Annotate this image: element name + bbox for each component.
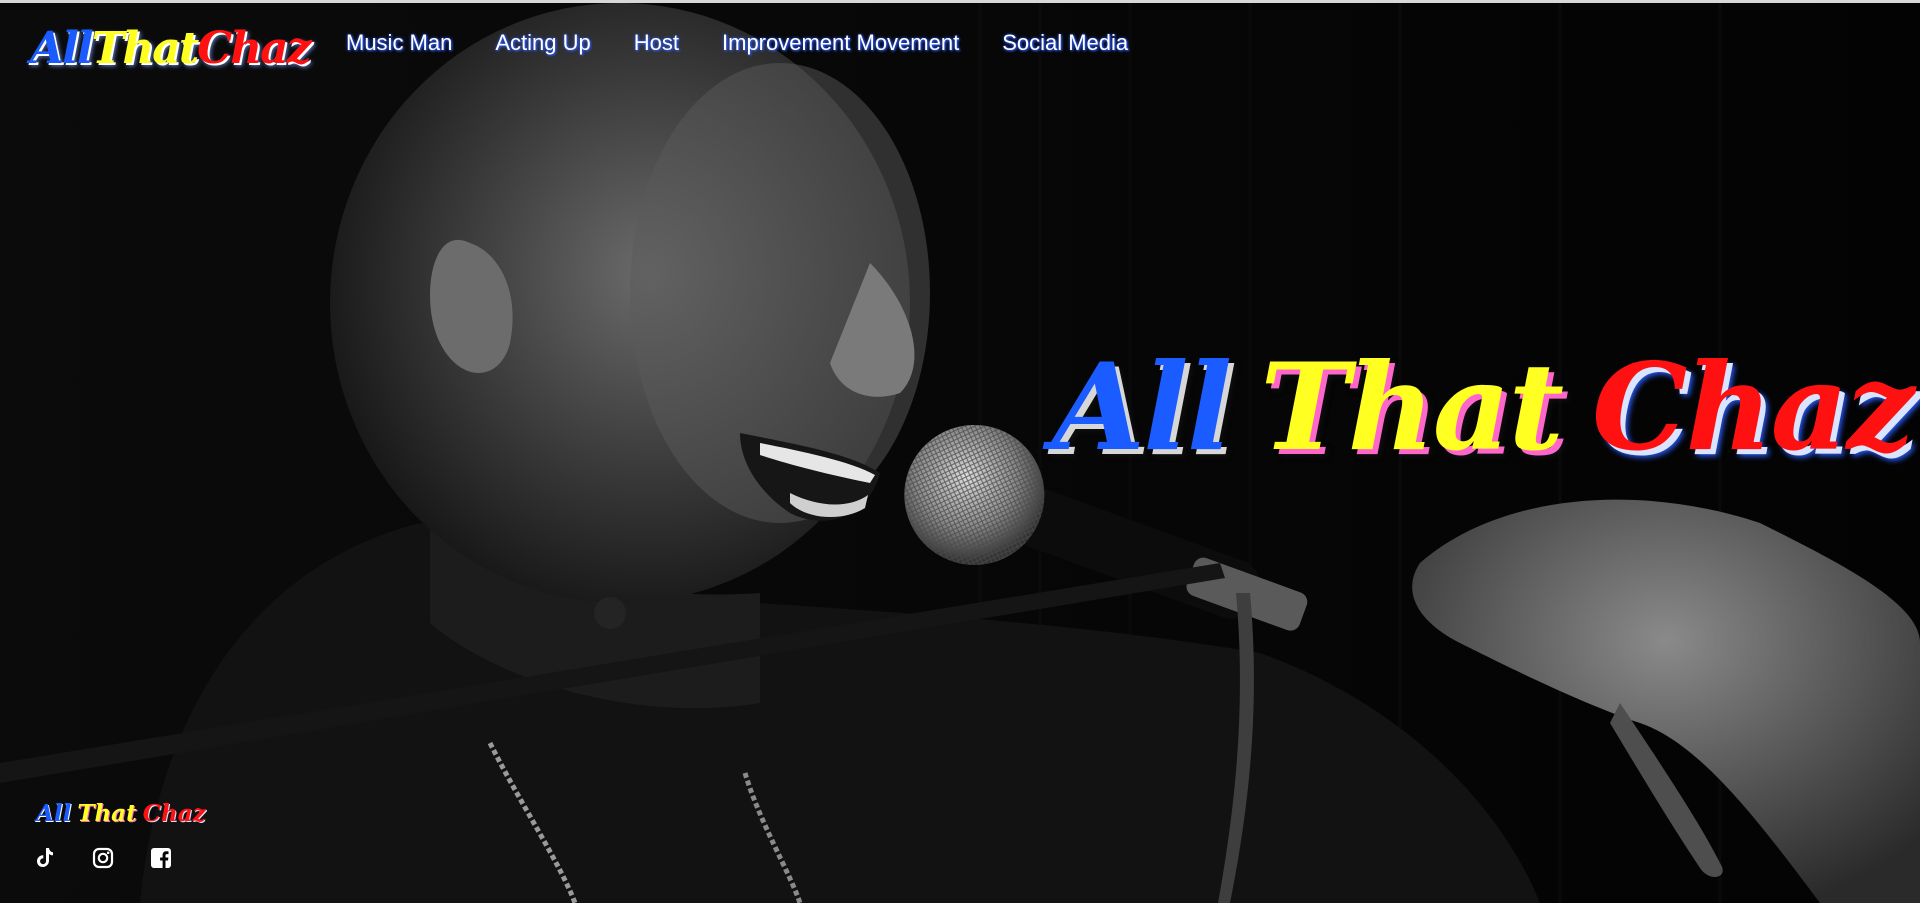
facebook-icon[interactable]: [149, 846, 173, 870]
main-nav: Music Man Acting Up Host Improvement Mov…: [346, 30, 1128, 56]
footer-logo-word-that: That: [77, 800, 137, 827]
logo-word-chaz: Chaz: [197, 22, 312, 74]
logo-word-all: All: [30, 22, 94, 74]
headline-word-chaz: Chaz: [1592, 337, 1915, 478]
nav-link-social-media[interactable]: Social Media: [1002, 30, 1128, 56]
social-links: [33, 846, 173, 870]
headline-word-that: That: [1260, 337, 1564, 478]
footer-logo: All That Chaz: [36, 800, 206, 827]
nav-link-improvement-movement[interactable]: Improvement Movement: [722, 30, 959, 56]
nav-link-acting-up[interactable]: Acting Up: [495, 30, 590, 56]
footer-logo-word-all: All: [36, 800, 72, 827]
instagram-icon[interactable]: [91, 846, 115, 870]
site-logo-link[interactable]: All That Chaz: [30, 18, 312, 78]
footer-logo-word-chaz: Chaz: [142, 800, 206, 827]
logo-word-that: That: [91, 22, 200, 74]
nav-link-host[interactable]: Host: [634, 30, 679, 56]
headline-word-all: All: [1052, 337, 1232, 478]
hero-headline: All That Chaz: [1052, 337, 1915, 478]
tiktok-icon[interactable]: [33, 846, 57, 870]
nav-link-music-man[interactable]: Music Man: [346, 30, 452, 56]
